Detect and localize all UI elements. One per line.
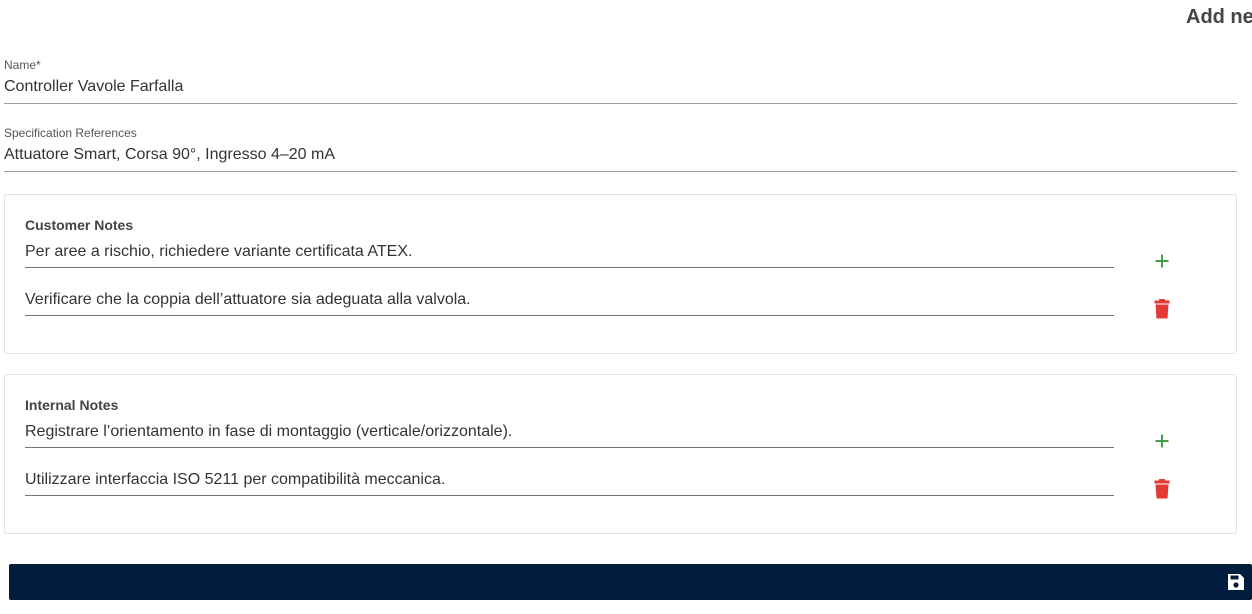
add-customer-note-button[interactable] xyxy=(1150,249,1174,273)
add-item-form-page: Add new Name* Controller Vavole Farfalla… xyxy=(0,0,1252,614)
customer-notes-card: Customer Notes Per aree a rischio, richi… xyxy=(4,194,1237,354)
page-title: Add new xyxy=(1186,6,1252,28)
customer-notes-title: Customer Notes xyxy=(25,217,134,233)
delete-customer-note-button[interactable] xyxy=(1150,297,1174,321)
add-internal-note-button[interactable] xyxy=(1150,429,1174,453)
internal-notes-card: Internal Notes Registrare l’orientamento… xyxy=(4,374,1237,534)
delete-internal-note-button[interactable] xyxy=(1150,477,1174,501)
internal-notes-title: Internal Notes xyxy=(25,397,119,413)
plus-icon xyxy=(1155,434,1169,448)
customer-note-input[interactable]: Verificare che la coppia dell’attuatore … xyxy=(25,291,1114,316)
specification-references-label: Specification References xyxy=(4,126,137,140)
specification-references-input[interactable]: Attuatore Smart, Corsa 90°, Ingresso 4–2… xyxy=(4,146,1237,171)
name-input[interactable]: Controller Vavole Farfalla xyxy=(4,78,1237,103)
customer-note-input[interactable]: Per aree a rischio, richiedere variante … xyxy=(25,243,1114,268)
name-label: Name* xyxy=(4,58,41,72)
name-field[interactable]: Name* Controller Vavole Farfalla xyxy=(4,58,1237,104)
trash-icon xyxy=(1154,299,1170,319)
save-button[interactable] xyxy=(9,564,1252,600)
specification-references-field[interactable]: Specification References Attuatore Smart… xyxy=(4,126,1237,172)
plus-icon xyxy=(1155,254,1169,268)
floppy-disk-icon xyxy=(1228,574,1244,590)
internal-note-input[interactable]: Utilizzare interfaccia ISO 5211 per comp… xyxy=(25,471,1114,496)
internal-note-input[interactable]: Registrare l’orientamento in fase di mon… xyxy=(25,423,1114,448)
trash-icon xyxy=(1154,479,1170,499)
